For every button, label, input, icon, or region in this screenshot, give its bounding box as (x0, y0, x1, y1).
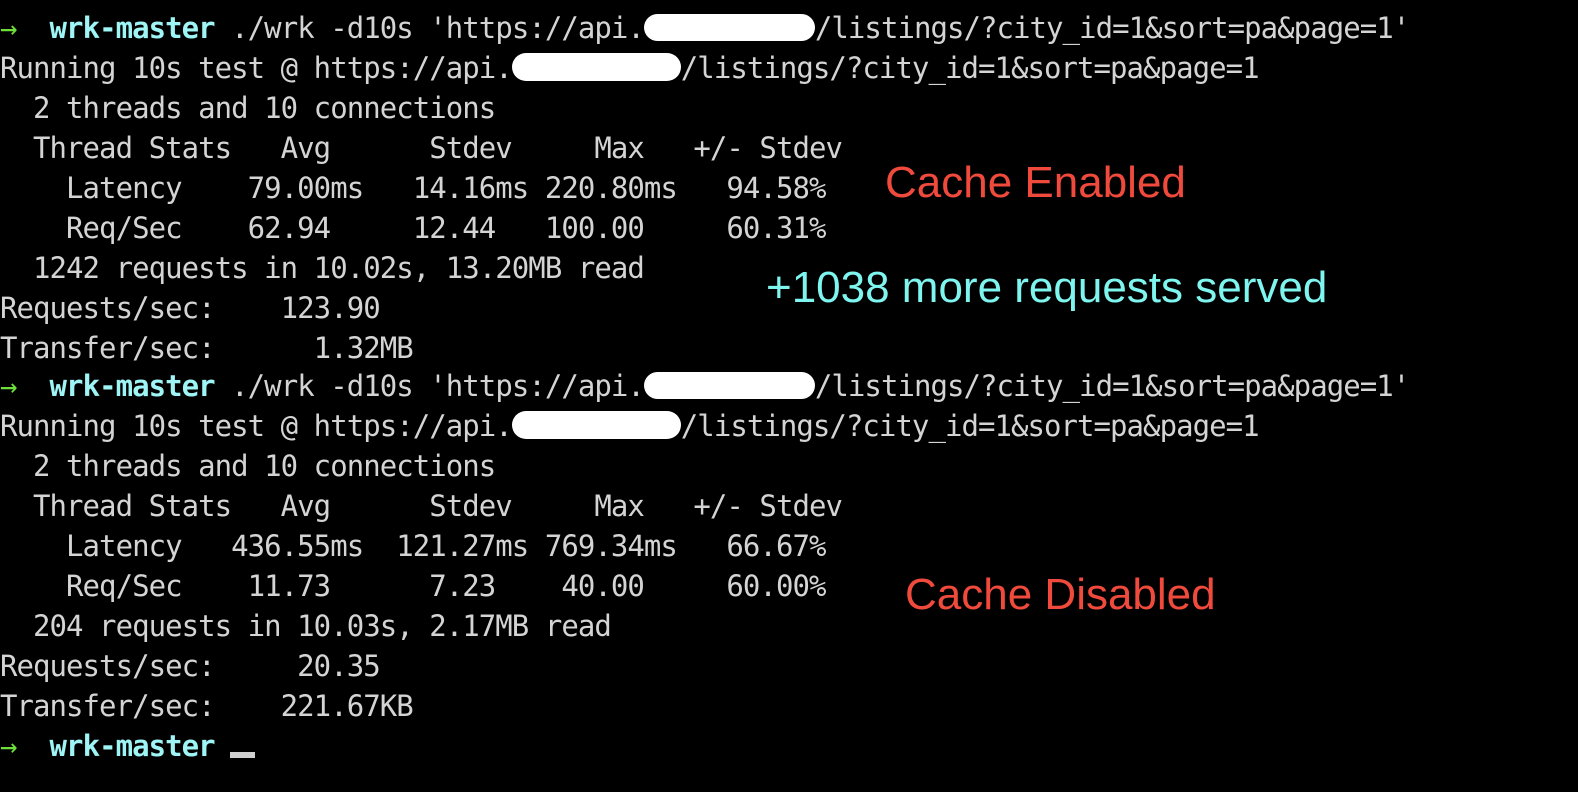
requests-per-sec-2: Requests/sec: 20.35 (0, 649, 381, 683)
annotation-cache-disabled: Cache Disabled (905, 570, 1216, 619)
command-text-2: ./wrk -d10s 'https://api. (214, 369, 645, 403)
final-prompt-line[interactable]: → wrk-master (0, 726, 216, 766)
reqsec-row-2: Req/Sec 11.73 7.23 40.00 60.00% (0, 569, 826, 603)
redacted-host-bar-4 (511, 411, 681, 439)
prompt-arrow-icon-3: → (0, 729, 17, 763)
prompt-directory-2: wrk-master (49, 369, 216, 403)
latency-row-1: Latency 79.00ms 14.16ms 220.80ms 94.58% (0, 171, 826, 205)
command-tail-2: /listings/?city_id=1&sort=pa&page=1' (814, 369, 1410, 403)
terminal-cursor (230, 752, 255, 758)
running-line-2: Running 10s test @ https://api. /listings… (0, 406, 1260, 446)
terminal-window: → wrk-master ./wrk -d10s 'https://api. /l… (0, 0, 1578, 792)
annotation-cache-enabled: Cache Enabled (885, 158, 1186, 207)
running-tail-1: /listings/?city_id=1&sort=pa&page=1 (680, 51, 1260, 85)
running-line-1: Running 10s test @ https://api. /listings… (0, 48, 1260, 88)
redacted-host-bar-3 (643, 371, 815, 399)
transfer-per-sec-2: Transfer/sec: 221.67KB (0, 689, 414, 723)
transfer-per-sec-1: Transfer/sec: 1.32MB (0, 331, 414, 365)
redacted-host-bar-2 (511, 53, 681, 81)
prompt-dir-label (17, 11, 50, 45)
redacted-host-bar-1 (643, 13, 815, 41)
requests-summary-1: 1242 requests in 10.02s, 13.20MB read (0, 251, 645, 285)
threads-line-1: 2 threads and 10 connections (0, 91, 496, 125)
thread-stats-header-1: Thread Stats Avg Stdev Max +/- Stdev (0, 131, 843, 165)
command-text-1: ./wrk -d10s 'https://api. (214, 11, 645, 45)
prompt-directory-1: wrk-master (49, 11, 216, 45)
requests-per-sec-1: Requests/sec: 123.90 (0, 291, 381, 325)
command-tail-1: /listings/?city_id=1&sort=pa&page=1' (814, 11, 1410, 45)
prompt-spacer-3 (17, 729, 50, 763)
latency-row-2: Latency 436.55ms 121.27ms 769.34ms 66.67… (0, 529, 826, 563)
command-line-2: → wrk-master ./wrk -d10s 'https://api. /l… (0, 366, 1410, 406)
running-prefix-1: Running 10s test @ https://api. (0, 51, 513, 85)
threads-line-2: 2 threads and 10 connections (0, 449, 496, 483)
prompt-arrow-icon-2: → (0, 369, 17, 403)
requests-summary-2: 204 requests in 10.03s, 2.17MB read (0, 609, 612, 643)
thread-stats-header-2: Thread Stats Avg Stdev Max +/- Stdev (0, 489, 843, 523)
running-tail-2: /listings/?city_id=1&sort=pa&page=1 (680, 409, 1260, 443)
prompt-spacer-2 (17, 369, 50, 403)
running-prefix-2: Running 10s test @ https://api. (0, 409, 513, 443)
prompt-arrow-icon: → (0, 11, 17, 45)
command-line-1: → wrk-master ./wrk -d10s 'https://api. /l… (0, 8, 1410, 48)
prompt-directory-3: wrk-master (49, 729, 216, 763)
reqsec-row-1: Req/Sec 62.94 12.44 100.00 60.31% (0, 211, 826, 245)
annotation-delta-requests: +1038 more requests served (766, 263, 1328, 312)
